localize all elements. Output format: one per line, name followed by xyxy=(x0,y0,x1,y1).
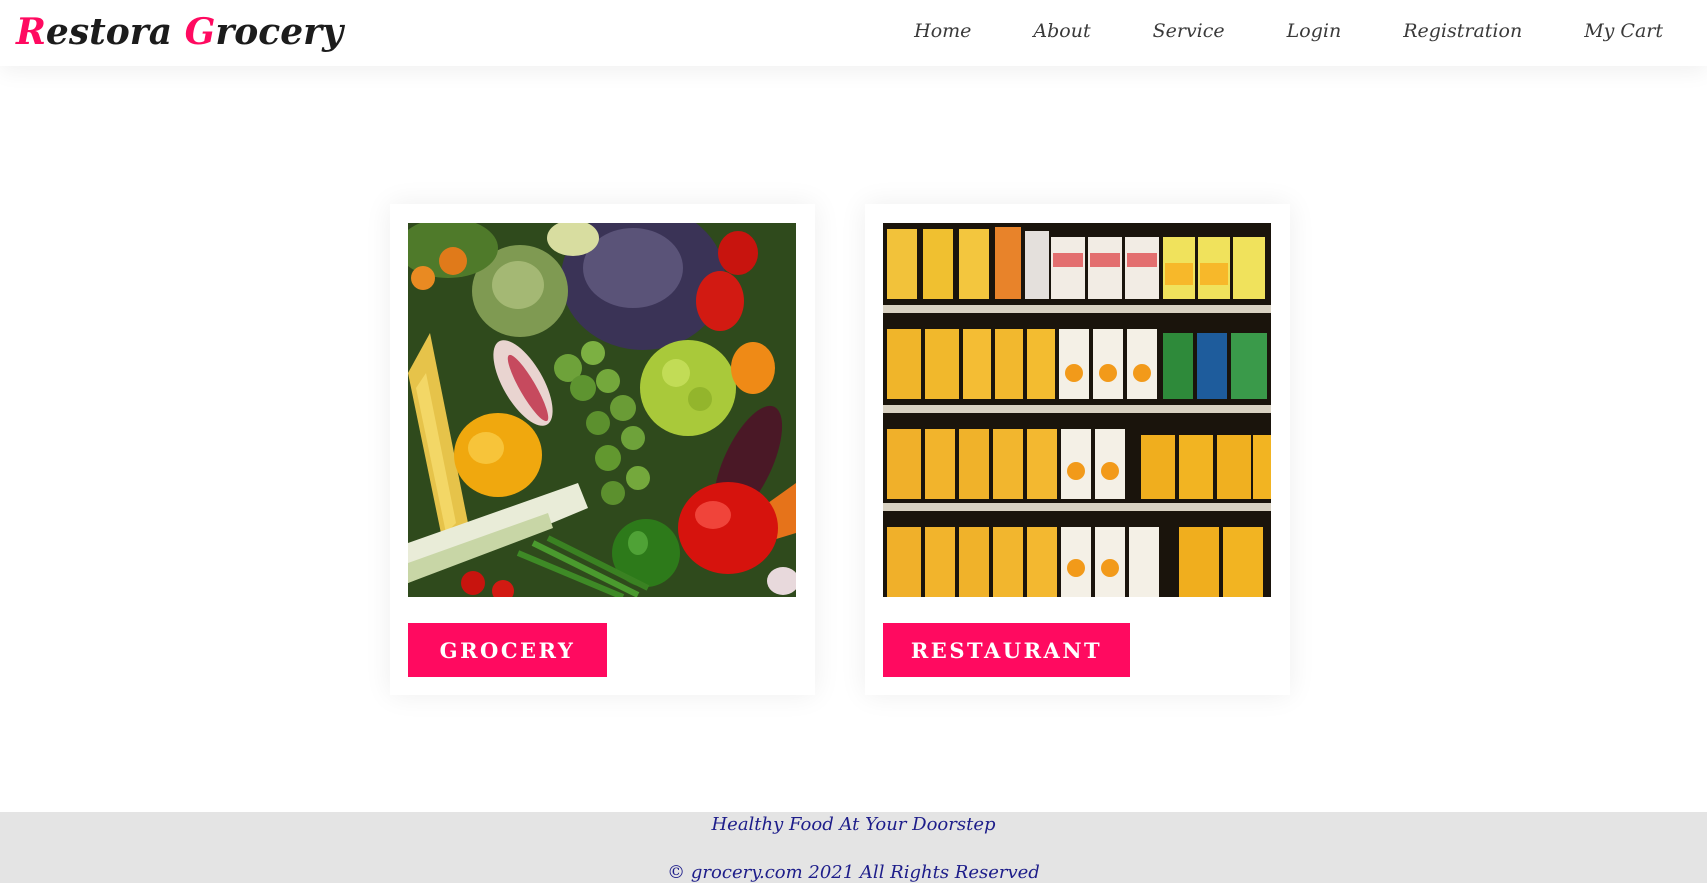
restaurant-card: RESTAURANT xyxy=(865,204,1290,695)
grocery-button[interactable]: GROCERY xyxy=(408,623,607,677)
logo-text-part-1: estora xyxy=(45,11,185,53)
site-logo[interactable]: Restora Grocery xyxy=(16,4,343,60)
juice-shelves-image[interactable] xyxy=(883,223,1271,597)
restaurant-button[interactable]: RESTAURANT xyxy=(883,623,1130,677)
grocery-card: GROCERY xyxy=(390,204,815,695)
nav-link-home[interactable]: Home xyxy=(914,20,971,42)
logo-initial-g: G xyxy=(184,11,216,53)
footer-tagline: Healthy Food At Your Doorstep xyxy=(711,814,996,835)
footer-copyright: © grocery.com 2021 All Rights Reserved xyxy=(667,862,1040,883)
nav-link-service[interactable]: Service xyxy=(1153,20,1225,42)
nav-link-registration[interactable]: Registration xyxy=(1403,20,1522,42)
nav-link-about[interactable]: About xyxy=(1033,20,1090,42)
logo-text-part-2: rocery xyxy=(215,11,343,53)
site-header: Restora Grocery Home About Service Login… xyxy=(0,0,1707,66)
vegetables-image[interactable] xyxy=(408,223,796,597)
nav-link-my-cart[interactable]: My Cart xyxy=(1584,20,1663,42)
nav-link-login[interactable]: Login xyxy=(1287,20,1342,42)
main-nav: Home About Service Login Registration My… xyxy=(852,0,1707,62)
logo-initial-r: R xyxy=(16,11,46,53)
site-footer: Healthy Food At Your Doorstep © grocery.… xyxy=(0,812,1707,883)
